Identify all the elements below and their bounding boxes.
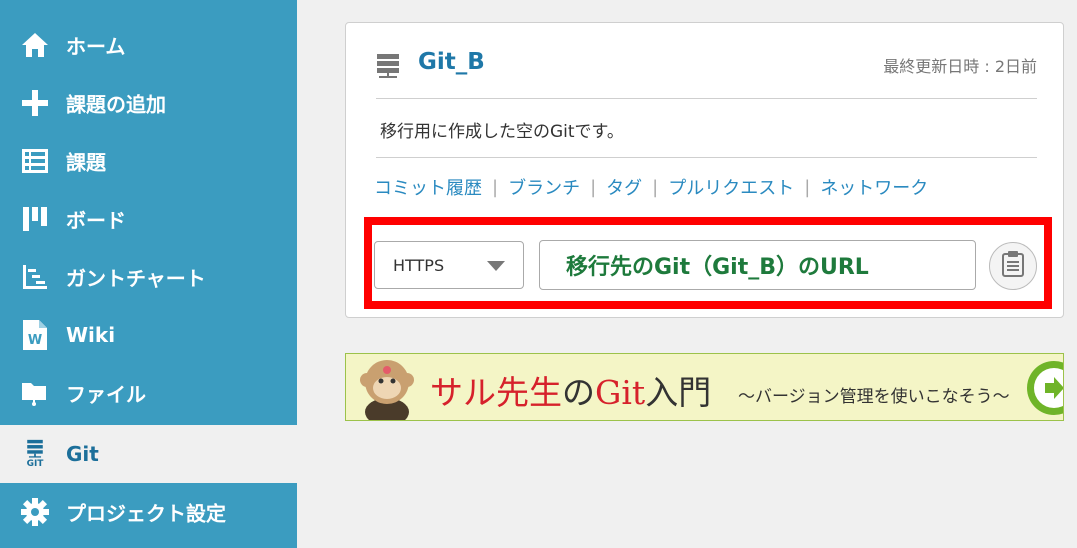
clone-url-field[interactable]: 移行先のGit（Git_B）のURL <box>539 240 976 290</box>
sidebar-item-files[interactable]: ファイル <box>0 364 297 422</box>
sidebar-item-label: プロジェクト設定 <box>66 501 226 526</box>
link-separator: | <box>590 176 597 198</box>
caret-down-icon <box>487 261 505 271</box>
sidebar-item-home[interactable]: ホーム <box>0 16 297 74</box>
repository-links: コミット履歴 | ブランチ | タグ | プルリクエスト | ネットワーク <box>374 174 928 200</box>
git-icon: GIT <box>20 439 50 469</box>
tag-link[interactable]: タグ <box>606 174 642 200</box>
sidebar-item-label: ガントチャート <box>66 266 206 291</box>
sidebar-item-label: ファイル <box>66 382 146 407</box>
network-link[interactable]: ネットワーク <box>820 174 928 200</box>
sidebar-item-board[interactable]: ボード <box>0 190 297 248</box>
gear-icon <box>20 497 50 527</box>
monkey-mascot-icon <box>352 354 422 420</box>
link-separator: | <box>492 176 499 198</box>
home-icon <box>20 30 50 60</box>
link-separator: | <box>652 176 659 198</box>
sidebar-item-label: ボード <box>66 208 126 233</box>
pull-request-link[interactable]: プルリクエスト <box>668 174 794 200</box>
sidebar-item-label: Git <box>66 442 99 466</box>
clone-url-text: 移行先のGit（Git_B）のURL <box>566 255 869 280</box>
link-separator: | <box>804 176 811 198</box>
git-tutorial-banner[interactable]: サル先生のGit入門 〜バージョン管理を使いこなそう〜 <box>345 353 1064 421</box>
last-updated-text: 最終更新日時 : 2日前 <box>883 57 1037 76</box>
clipboard-icon <box>1002 251 1024 281</box>
sidebar-item-project-settings[interactable]: プロジェクト設定 <box>0 483 297 541</box>
sidebar-item-add-issue[interactable]: 課題の追加 <box>0 74 297 132</box>
plus-icon <box>20 88 50 118</box>
repository-description: 移行用に作成した空のGitです。 <box>380 122 624 142</box>
board-icon <box>20 204 50 234</box>
folder-icon <box>20 378 50 408</box>
sidebar-item-label: 課題 <box>66 150 106 175</box>
sidebar-item-issues[interactable]: 課題 <box>0 132 297 190</box>
divider <box>376 157 1037 158</box>
arrow-right-icon <box>1027 361 1063 415</box>
sidebar-item-label: 課題の追加 <box>66 92 166 117</box>
sidebar-item-git[interactable]: GIT Git <box>0 425 297 483</box>
protocol-select[interactable]: HTTPS <box>374 241 524 289</box>
git-icon-caption: GIT <box>26 459 44 469</box>
protocol-select-value: HTTPS <box>393 256 445 275</box>
branch-link[interactable]: ブランチ <box>508 174 580 200</box>
repository-icon <box>376 53 400 83</box>
sidebar-item-label: Wiki <box>66 323 116 347</box>
list-icon <box>20 146 50 176</box>
repository-name-link[interactable]: Git_B <box>418 49 485 75</box>
wiki-icon: W <box>20 320 50 350</box>
banner-subtitle: 〜バージョン管理を使いこなそう〜 <box>738 387 1010 407</box>
divider <box>376 98 1037 99</box>
commit-history-link[interactable]: コミット履歴 <box>374 174 482 200</box>
gantt-icon <box>20 262 50 292</box>
sidebar-item-wiki[interactable]: W Wiki <box>0 306 297 364</box>
svg-text:W: W <box>28 333 42 348</box>
sidebar-item-gantt[interactable]: ガントチャート <box>0 248 297 306</box>
copy-url-button[interactable] <box>989 242 1037 290</box>
sidebar: ホーム 課題の追加 課題 ボード ガントチャート W Wiki ファイル GIT… <box>0 0 297 548</box>
sidebar-item-label: ホーム <box>66 34 126 59</box>
repository-card: Git_B 最終更新日時 : 2日前 移行用に作成した空のGitです。 コミット… <box>345 22 1064 318</box>
banner-title: サル先生のGit入門 <box>430 373 712 412</box>
